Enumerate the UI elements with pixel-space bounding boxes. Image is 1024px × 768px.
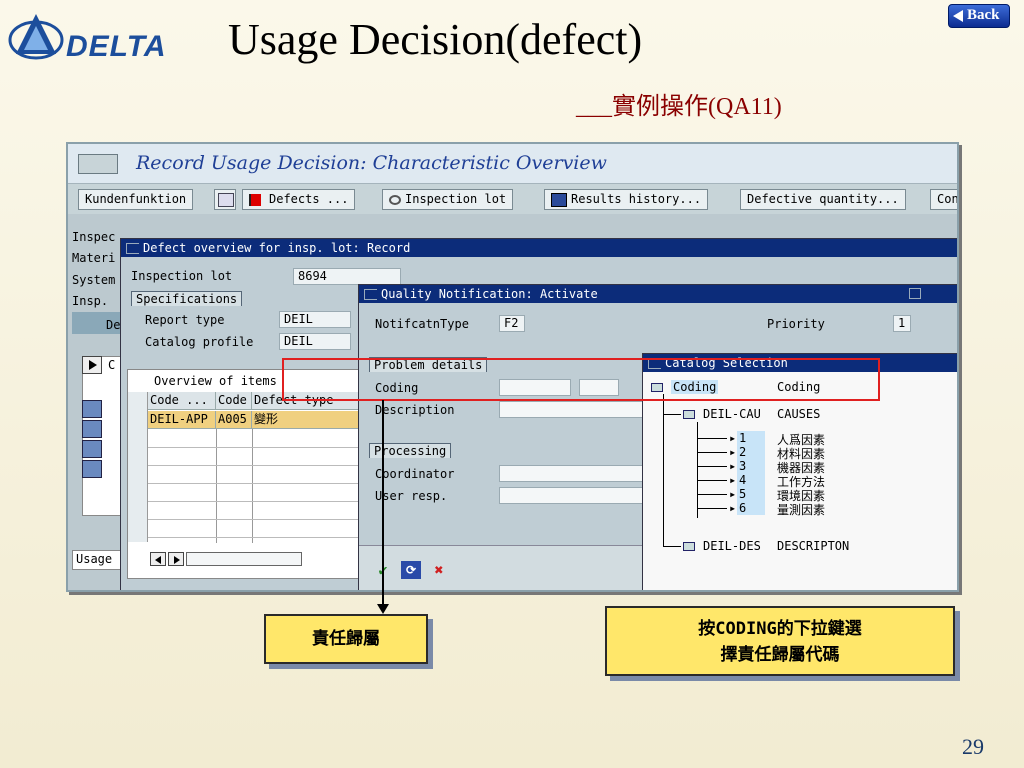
zoom-icon[interactable] <box>82 400 102 418</box>
cancel-icon[interactable]: ✖ <box>429 561 449 579</box>
coordinator-label: Coordinator <box>375 467 455 481</box>
qn-dialog-title: Quality Notification: Activate <box>359 285 957 303</box>
notif-type-label: NotifcatnType <box>375 317 469 331</box>
column-header[interactable]: Code <box>216 392 252 410</box>
defects-button[interactable]: Defects ... <box>242 189 356 210</box>
page-subtitle: ___實例操作(QA11) <box>576 94 782 120</box>
back-button[interactable]: Back <box>948 4 1010 28</box>
horizontal-scrollbar[interactable] <box>186 552 302 566</box>
expand-button[interactable] <box>82 356 102 374</box>
de-tab[interactable]: De <box>106 318 120 332</box>
inspection-lot-button[interactable]: Inspection lot <box>382 189 514 210</box>
calculator-icon <box>218 192 234 207</box>
tree-bullet-icon: ▸ <box>729 487 737 501</box>
sap-menu-icon[interactable] <box>78 154 118 174</box>
description-label: Description <box>375 403 455 417</box>
user-resp-label: User resp. <box>375 489 448 503</box>
instruction-callout: 按CODING的下拉鍵選 擇責任歸屬代碼 <box>605 606 955 676</box>
row-code: A005 <box>216 411 252 429</box>
sap-title-bar: Record Usage Decision: Characteristic Ov… <box>68 144 957 184</box>
zoom-icon[interactable] <box>82 420 102 438</box>
close-icon[interactable] <box>909 288 921 299</box>
instruction-line-1: 按CODING的下拉鍵選 <box>698 619 862 639</box>
con-button[interactable]: Con <box>930 189 957 210</box>
inspection-lot-label: Inspection lot <box>131 269 233 283</box>
user-resp-field[interactable] <box>499 487 649 504</box>
calculator-button[interactable] <box>214 189 236 210</box>
zoom-icon[interactable] <box>82 440 102 458</box>
cause-code[interactable]: 6 <box>737 501 765 515</box>
priority-label: Priority <box>767 317 825 331</box>
report-type-field[interactable]: DEIL <box>279 311 351 328</box>
coordinator-field[interactable] <box>499 465 649 482</box>
insp-label: Insp. <box>72 294 109 308</box>
page-title: Usage Decision(defect) <box>228 15 643 64</box>
results-history-button[interactable]: Results history... <box>544 189 709 210</box>
inspection-label: Inspec <box>72 230 116 244</box>
c-label: C <box>108 358 116 372</box>
folder-closed-icon[interactable] <box>683 542 695 551</box>
folder-open-icon[interactable] <box>683 410 695 419</box>
logo-text: DELTA <box>66 30 167 63</box>
tree-bullet-icon: ▸ <box>729 431 737 445</box>
inspection-lot-field[interactable]: 8694 <box>293 268 401 285</box>
delta-logo-icon <box>8 14 64 60</box>
report-type-label: Report type <box>145 313 225 327</box>
cause-code[interactable]: 2 <box>737 445 765 459</box>
description-field[interactable] <box>499 401 649 418</box>
tree-bullet-icon: ▸ <box>729 459 737 473</box>
group2-code[interactable]: DEIL-DES <box>703 539 761 553</box>
responsibility-callout: 責任歸屬 <box>264 614 428 664</box>
column-header[interactable]: Code ... <box>148 392 216 410</box>
coding-highlight-box <box>282 358 880 401</box>
cause-code[interactable]: 5 <box>737 487 765 501</box>
flag-icon <box>249 193 265 206</box>
system-label: System <box>72 273 116 287</box>
defective-quantity-button[interactable]: Defective quantity... <box>740 189 906 210</box>
tree-bullet-icon: ▸ <box>729 501 737 515</box>
kundenfunktion-button[interactable]: Kundenfunktion <box>78 189 194 210</box>
refresh-icon[interactable]: ⟳ <box>401 561 421 579</box>
delta-logo: DELTA <box>8 8 188 68</box>
priority-field[interactable]: 1 <box>893 315 911 332</box>
arrow-head-icon <box>377 604 389 614</box>
sap-window-title: Record Usage Decision: Characteristic Ov… <box>136 152 607 174</box>
overview-title: Overview of items <box>154 374 277 388</box>
group1-text: CAUSES <box>777 407 821 421</box>
history-icon <box>551 192 567 207</box>
row-defect-type: 變形 <box>252 411 360 429</box>
defect-dialog-title: Defect overview for insp. lot: Record <box>121 239 957 257</box>
usage-label: Usage <box>76 552 113 566</box>
notif-type-field[interactable]: F2 <box>499 315 525 332</box>
material-label: Materi <box>72 251 116 265</box>
group1-code[interactable]: DEIL-CAU <box>703 407 761 421</box>
catalog-profile-field[interactable]: DEIL <box>279 333 351 350</box>
cause-code[interactable]: 4 <box>737 473 765 487</box>
sap-toolbar: Kundenfunktion Defects ... Inspection lo… <box>68 184 957 214</box>
tree-bullet-icon: ▸ <box>729 473 737 487</box>
instruction-line-2: 擇責任歸屬代碼 <box>720 645 840 665</box>
arrow-line <box>382 400 384 606</box>
zoom-icon[interactable] <box>82 460 102 478</box>
cause-code[interactable]: 3 <box>737 459 765 473</box>
group2-text: DESCRIPTON <box>777 539 850 553</box>
page-number: 29 <box>962 734 984 759</box>
cause-text: 量測因素 <box>777 503 826 517</box>
tree-bullet-icon: ▸ <box>729 445 737 459</box>
row-code-group: DEIL-APP <box>148 411 216 429</box>
catalog-profile-label: Catalog profile <box>145 335 254 349</box>
specifications-tab[interactable]: Specifications <box>131 291 243 306</box>
scroll-left-button[interactable] <box>150 552 166 566</box>
cause-code[interactable]: 1 <box>737 431 765 445</box>
scroll-right-button[interactable] <box>168 552 184 566</box>
row-selector-column[interactable] <box>128 392 148 542</box>
glasses-icon <box>389 194 401 205</box>
